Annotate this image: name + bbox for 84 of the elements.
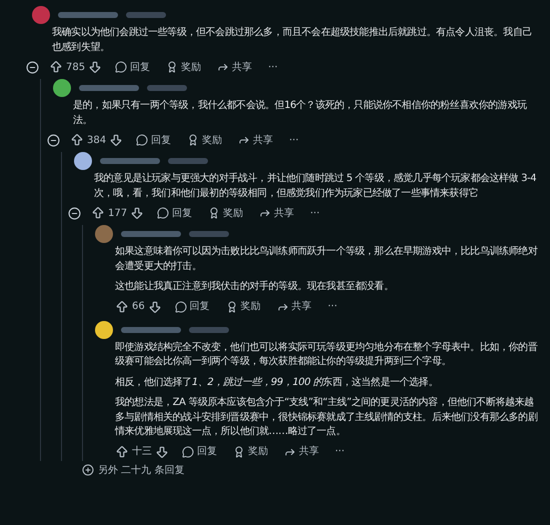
collapse-minus-icon	[26, 60, 39, 74]
action-button[interactable]: 奖励	[222, 299, 264, 314]
action-button[interactable]: 奖励	[184, 132, 226, 148]
collapse-button[interactable]	[26, 60, 39, 74]
more-options-button[interactable]: ···	[265, 60, 281, 74]
action-button[interactable]: 回复	[179, 444, 220, 459]
upvote-arrow-icon	[115, 444, 129, 458]
downvote-arrow-icon	[148, 300, 162, 314]
downvote-arrow-icon	[109, 133, 124, 147]
speech-bubble-icon	[115, 61, 128, 73]
action-button[interactable]: 共享	[274, 299, 315, 314]
downvote-arrow-icon	[155, 444, 169, 458]
vote-count: 785	[66, 60, 86, 74]
expand-plus-icon	[82, 464, 94, 476]
action-button[interactable]: 回复	[133, 132, 174, 148]
downvote-button[interactable]	[130, 206, 144, 220]
collapse-button[interactable]	[47, 134, 60, 146]
share-arrow-icon	[238, 134, 250, 146]
action-button[interactable]: 奖励	[205, 206, 246, 220]
downvote-button[interactable]	[88, 60, 102, 74]
speech-bubble-icon	[157, 207, 170, 219]
blurred-timestamp	[189, 326, 229, 332]
comment-text: 相反，他们选择了1、2，跳过一些，99，100 的东西，这当然是一个选择。	[115, 376, 439, 390]
downvote-button[interactable]	[109, 133, 124, 147]
upvote-button[interactable]	[49, 60, 63, 74]
upvote-arrow-icon	[70, 133, 84, 147]
comment-text: 这也能让我真正注意到我伏击的对手的等级。现在我甚至都没看。	[115, 280, 394, 294]
action-button[interactable]: 共享	[256, 206, 298, 220]
vote-count: 十三	[132, 444, 152, 459]
comment-text: 我的意见是让玩家与更强大的对手战斗，并让他们随时跳过 5 个等级，感觉几乎每个玩家都会这样做 3-4 次，哦，看，我们和他们最初的等级相同，但感觉我们作为玩家已经做了一些事情来获得它	[94, 172, 538, 200]
action-button[interactable]: 奖励	[230, 444, 271, 459]
action-button[interactable]: 回复	[172, 299, 213, 314]
action-button[interactable]: 回复	[112, 60, 154, 74]
downvote-button[interactable]	[148, 300, 162, 314]
more-options-button[interactable]: ···	[307, 206, 323, 220]
comment-text: 即使游戏结构完全不改变，他们也可以将实际可玩等级更均匀地分布在整个字母表中。比如，你的晋级赛可能会比你高一到两个等级，每次获胜都能让你的等级提升两到三个字母。	[115, 340, 538, 369]
upvote-arrow-icon	[115, 300, 129, 314]
award-icon	[208, 207, 220, 219]
award-icon	[166, 61, 178, 73]
speech-bubble-icon	[182, 446, 194, 458]
collapse-button[interactable]	[68, 206, 81, 220]
blurred-timestamp	[126, 12, 166, 18]
downvote-button[interactable]	[155, 444, 169, 458]
action-button[interactable]: 共享	[235, 132, 276, 148]
blurred-username	[58, 12, 118, 18]
action-button[interactable]: 奖励	[163, 60, 204, 74]
vote-count: 177	[108, 206, 128, 220]
blurred-username	[121, 326, 181, 332]
blurred-timestamp	[147, 85, 187, 91]
comment-text: 如果这意味着你可以因为击败比比鸟训练师而跃升一个等级，那么在早期游戏中，比比鸟训练师绝对会遭受更大的打击。	[115, 245, 538, 274]
more-replies-link[interactable]: 另外 二十九 条回复	[82, 462, 540, 478]
collapse-minus-icon	[47, 134, 60, 146]
comment-text: 是的，如果只有一两个等级，我什么都不会说。但16个？该死的，只能说你不相信你的粉丝喜欢你的游戏玩法。	[73, 99, 528, 128]
action-button[interactable]: 回复	[154, 206, 196, 220]
upvote-button[interactable]	[70, 133, 84, 147]
award-icon	[233, 446, 245, 458]
speech-bubble-icon	[136, 134, 148, 146]
blurred-username	[121, 231, 181, 237]
award-icon	[187, 134, 200, 146]
upvote-arrow-icon	[91, 206, 105, 220]
downvote-arrow-icon	[88, 60, 102, 74]
blurred-timestamp	[168, 158, 208, 164]
speech-bubble-icon	[174, 300, 187, 312]
share-arrow-icon	[217, 61, 230, 73]
blurred-username	[100, 158, 160, 164]
more-options-button[interactable]: ···	[332, 444, 348, 459]
award-icon	[226, 300, 238, 312]
downvote-arrow-icon	[130, 206, 144, 220]
action-button[interactable]: 共享	[281, 444, 322, 459]
action-button[interactable]: 共享	[214, 60, 256, 74]
vote-count: 66	[132, 300, 145, 314]
comment-text: 我的想法是，ZA 等级原本应该包含介于“支线”和“主线”之间的更灵活的内容，但他们不断将越来越多与剧情相关的战斗安排到晋级赛中，很快锦标赛就成了主线剧情的支柱。后来他们没有那么多的剧情来优雅地展现这一点，所以他们就……略过了一点。	[115, 396, 538, 439]
upvote-button[interactable]	[115, 444, 129, 458]
more-options-button[interactable]: ···	[286, 132, 302, 148]
blurred-username	[79, 85, 139, 91]
vote-count: 384	[87, 134, 106, 148]
upvote-button[interactable]	[115, 300, 129, 314]
blurred-timestamp	[189, 231, 229, 237]
upvote-button[interactable]	[91, 206, 105, 220]
upvote-arrow-icon	[49, 60, 63, 74]
collapse-minus-icon	[68, 206, 81, 220]
more-options-button[interactable]: ···	[324, 299, 340, 314]
comment-text: 我确实以为他们会跳过一些等级，但不会跳过那么多，而且不会在超级技能推出后就跳过。有点令人沮丧。我自己也感到失望。	[52, 26, 534, 54]
share-arrow-icon	[259, 207, 272, 219]
